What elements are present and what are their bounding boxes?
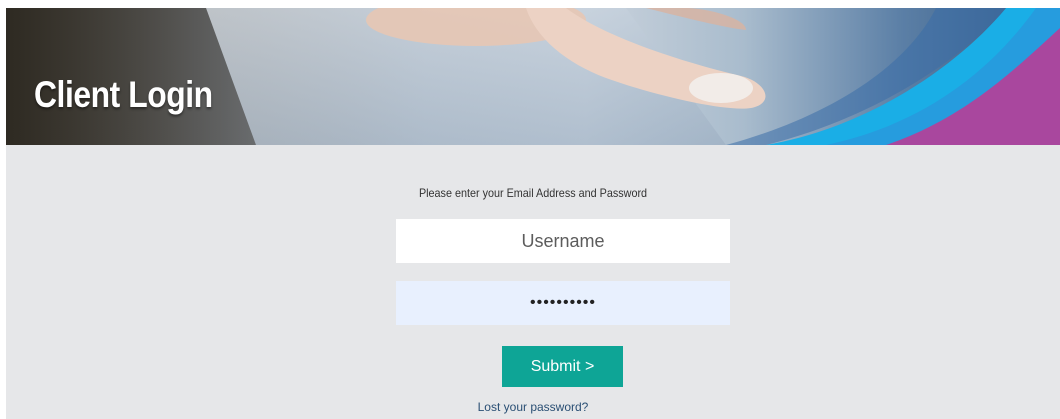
lost-password-row: Lost your password? [6,400,1060,414]
page-title: Client Login [34,74,213,115]
username-input[interactable] [396,219,730,263]
login-page: Client Login Please enter your Email Add… [6,8,1060,419]
lost-password-link[interactable]: Lost your password? [478,400,589,414]
submit-button[interactable]: Submit > [502,346,623,387]
login-instructions: Please enter your Email Address and Pass… [418,186,648,200]
hero-banner: Client Login [6,8,1060,145]
password-input[interactable] [396,281,730,325]
login-form-panel: Please enter your Email Address and Pass… [6,145,1060,419]
